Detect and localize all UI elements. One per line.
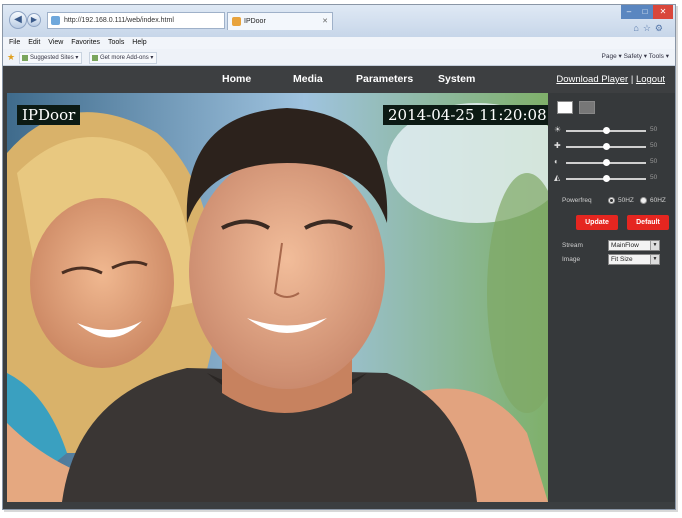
snapshot-mode-icon[interactable] [579,101,595,114]
update-button[interactable]: Update [576,215,618,230]
menu-tools[interactable]: Tools [108,37,124,49]
powerfreq-label: Powerfreq [562,197,592,204]
radio-50hz-label: 50HZ [618,197,634,204]
top-navigation: Home Media Parameters System Download Pl… [3,66,675,93]
contrast-slider[interactable]: ✚ 50 [554,142,668,152]
menu-edit[interactable]: Edit [28,37,40,49]
radio-60hz-label: 60HZ [650,197,666,204]
radio-60hz[interactable] [640,197,647,204]
contrast-icon: ✚ [554,141,561,150]
slider-track [566,127,646,134]
menu-help[interactable]: Help [132,37,146,49]
tab-favicon [232,17,241,26]
nav-parameters[interactable]: Parameters [356,73,413,85]
radio-50hz[interactable] [608,197,615,204]
slider-value: 50 [650,174,658,181]
sharpness-slider[interactable]: ◭ 50 [554,174,668,184]
saturation-slider[interactable]: ◐ 50 [554,158,668,168]
menu-file[interactable]: File [9,37,20,49]
brightness-icon: ☀ [554,125,562,134]
favorites-star-icon[interactable]: ★ [7,49,15,65]
browser-titlebar: ◀ ▶ http://192.168.0.111/web/index.html … [3,5,675,37]
tab-title: IPDoor [244,18,266,25]
forward-icon[interactable]: ▶ [27,13,41,27]
maximize-icon[interactable]: □ [637,5,653,19]
control-panel: ☀ 50 ✚ 50 ◐ 50 ◭ 50 Powerfreq 50HZ 60HZ … [548,93,675,502]
slider-track [566,159,646,166]
stream-label: Stream [562,242,583,249]
favorite-addons[interactable]: Get more Add-ons ▾ [89,52,158,64]
minimize-icon[interactable]: – [621,5,637,19]
stream-select-value: MainFlow [611,242,639,249]
slider-knob[interactable] [602,175,610,182]
menu-favorites[interactable]: Favorites [71,37,100,49]
image-label: Image [562,256,581,263]
nav-media[interactable]: Media [293,73,323,85]
close-tab-icon[interactable]: ✕ [322,13,328,30]
slider-track [566,175,646,182]
osd-camera-name: IPDoor [17,105,81,125]
saturation-icon: ◐ [554,157,559,166]
image-select[interactable]: Fit Size ▼ [608,254,660,265]
settings-icon[interactable]: ⚙ [655,23,667,33]
nav-system[interactable]: System [438,73,475,85]
slider-track [566,143,646,150]
slider-value: 50 [650,158,658,165]
default-button[interactable]: Default [627,215,669,230]
slider-value: 50 [650,126,658,133]
slider-knob[interactable] [602,127,610,134]
download-player-link[interactable]: Download Player [556,74,628,85]
slider-knob[interactable] [602,143,610,150]
address-text: http://192.168.0.111/web/index.html [64,17,174,24]
address-bar[interactable]: http://192.168.0.111/web/index.html [47,12,225,29]
home-icon[interactable]: ⌂ [633,23,642,33]
browser-menubar: File Edit View Favorites Tools Help [3,37,675,49]
browser-window: ◀ ▶ http://192.168.0.111/web/index.html … [2,4,676,510]
image-select-value: Fit Size [611,256,633,263]
close-window-icon[interactable]: ✕ [653,5,673,19]
chevron-down-icon: ▼ [650,241,659,250]
menu-view[interactable]: View [48,37,63,49]
video-frame-image [7,93,548,502]
ip-camera-page: Home Media Parameters System Download Pl… [3,66,675,509]
slider-knob[interactable] [602,159,610,166]
link-separator: | [630,74,634,85]
favorite-suggested-sites[interactable]: Suggested Sites ▾ [19,52,83,64]
back-icon[interactable]: ◀ [9,11,27,29]
nav-home[interactable]: Home [222,73,251,85]
live-view-mode-icon[interactable] [557,101,573,114]
page-favicon [51,16,60,25]
osd-timestamp: 2014-04-25 11:20:08 [383,105,548,125]
logout-link[interactable]: Logout [636,74,665,85]
command-bar[interactable]: Page ▾ Safety ▾ Tools ▾ [602,49,669,65]
live-video[interactable]: IPDoor 2014-04-25 11:20:08 [7,93,548,502]
chevron-down-icon: ▼ [650,255,659,264]
browser-toolbar-icons: ⌂☆⚙ [633,23,667,34]
brightness-slider[interactable]: ☀ 50 [554,126,668,136]
star-icon[interactable]: ☆ [643,23,655,33]
browser-tab[interactable]: IPDoor ✕ [227,12,333,30]
stream-select[interactable]: MainFlow ▼ [608,240,660,251]
favorites-bar: ★ Suggested Sites ▾ Get more Add-ons ▾ P… [3,49,675,66]
slider-value: 50 [650,142,658,149]
top-links: Download Player | Logout [556,74,665,85]
sharpness-icon: ◭ [554,173,561,182]
